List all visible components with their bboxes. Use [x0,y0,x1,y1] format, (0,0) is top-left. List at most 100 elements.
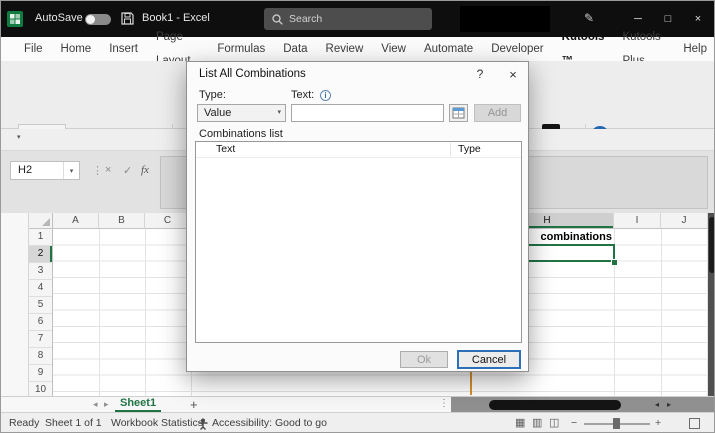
page-break-view-icon[interactable]: ◫ [549,413,559,432]
menu-tab-insert[interactable]: Insert [100,37,147,61]
row-header-8[interactable]: 8 [29,348,52,365]
horizontal-scrollbar[interactable]: ◂ ▸ [451,397,714,412]
kutools-side-pane: » ▦ ✎ ▤ ⊞ ◫ ▣ ◂ [1,213,29,432]
menu-tab-developer[interactable]: Developer [482,37,552,61]
normal-view-icon[interactable]: ▦ [515,413,525,432]
row-header-7[interactable]: 7 [29,331,52,348]
search-placeholder: Search [289,13,323,25]
type-label: Type: [199,89,226,101]
sheet-count: Sheet 1 of 1 [45,417,102,429]
type-select-value: Value [204,107,232,119]
page-layout-view-icon[interactable]: ▥ [532,413,542,432]
select-all-cell[interactable] [29,213,53,229]
scroll-left-icon[interactable]: ◂ [655,397,659,412]
more-vertical-icon[interactable]: ⋮ [92,164,103,177]
zoom-fit-icon[interactable] [689,418,700,429]
menu-tab-home[interactable]: Home [52,37,101,61]
column-header-j[interactable]: J [661,213,708,229]
draw-pen-icon[interactable]: ✎ [584,11,594,25]
combinations-list-label: Combinations list [199,128,283,140]
status-bar: Ready Sheet 1 of 1 Workbook Statistics A… [1,412,714,432]
add-button[interactable]: Add [474,104,521,122]
save-icon[interactable] [121,12,134,25]
combinations-list[interactable]: Text Type [195,141,522,343]
horizontal-scrollbar-thumb[interactable] [489,400,621,410]
tab-scroll-left-icon[interactable]: ◂ [93,399,98,410]
name-box-value: H2 [18,164,33,176]
row-header-4[interactable]: 4 [29,280,52,297]
list-all-combinations-dialog: List All Combinations ? × Type: Text: i … [186,61,529,372]
vertical-scrollbar[interactable] [708,213,714,396]
menu-tab-file[interactable]: File [15,37,52,61]
vertical-scrollbar-thumb[interactable] [709,217,714,273]
document-title: Book1 - Excel [142,12,210,24]
row-header-5[interactable]: 5 [29,297,52,314]
zoom-in-button[interactable]: + [655,413,661,432]
gridline [99,229,100,396]
accessibility-status[interactable]: Accessibility: Good to go [212,413,327,432]
row-header-1[interactable]: 1 [29,229,52,246]
sheet-tab-sheet1[interactable]: Sheet1 [115,397,162,412]
menu-tab-data[interactable]: Data [274,37,316,61]
info-icon: i [320,90,331,101]
toolbar-dropdown-icon[interactable]: ▾ [17,133,21,141]
type-select[interactable]: Value ▾ [197,104,286,122]
autosave-toggle[interactable] [85,14,111,25]
text-label: Text: [291,89,315,101]
menu-tab-review[interactable]: Review [317,37,373,61]
excel-logo-icon [7,11,23,27]
range-picker-icon [452,107,465,119]
redacted-user-name [460,6,550,32]
name-box-dropdown-icon[interactable]: ▾ [63,162,79,179]
menu-tab-automate[interactable]: Automate [415,37,482,61]
dialog-help-button[interactable]: ? [470,65,490,83]
type-select-dropdown-icon: ▾ [277,109,281,116]
close-button[interactable]: × [683,1,713,37]
autosave-label: AutoSave [35,12,83,24]
dialog-title: List All Combinations [199,68,306,80]
toggle-knob [86,15,95,24]
row-headers: 1 2 3 4 5 6 7 8 9 10 [29,229,53,399]
text-input[interactable] [291,104,444,122]
column-header-c[interactable]: C [145,213,191,229]
column-header-b[interactable]: B [99,213,145,229]
row-header-6[interactable]: 6 [29,314,52,331]
range-picker-button[interactable] [449,104,468,122]
gridline [661,229,662,396]
column-divider [450,143,451,156]
row-header-3[interactable]: 3 [29,263,52,280]
menu-tab-help[interactable]: Help [674,37,714,61]
scroll-right-icon[interactable]: ▸ [667,397,671,412]
sheet-tabs-bar: ◂ ▸ Sheet1 + ⋮ ◂ ▸ [1,396,714,412]
list-column-text: Text [216,143,236,155]
enter-entry-icon[interactable]: ✓ [123,164,132,177]
dialog-close-button[interactable]: × [503,65,523,83]
workbook-statistics-button[interactable]: Workbook Statistics [111,413,203,432]
row-header-9[interactable]: 9 [29,365,52,382]
cancel-entry-icon[interactable]: × [105,164,111,176]
name-box[interactable]: H2 ▾ [10,161,80,180]
row-header-2[interactable]: 2 [29,246,52,263]
select-all-icon [42,218,50,226]
cancel-button[interactable]: Cancel [457,350,521,369]
ok-button[interactable]: Ok [400,351,448,368]
tab-scroll-right-icon[interactable]: ▸ [104,399,109,410]
zoom-slider-thumb[interactable] [613,418,620,429]
zoom-out-button[interactable]: − [571,413,577,432]
insert-function-icon[interactable]: fx [141,164,149,176]
gridline [145,229,146,396]
menu-tab-formulas[interactable]: Formulas [208,37,274,61]
add-sheet-button[interactable]: + [190,397,198,412]
column-header-a[interactable]: A [53,213,99,229]
accessibility-icon [198,418,208,430]
fill-handle[interactable] [611,259,618,266]
search-box[interactable]: Search [264,8,432,30]
ribbon-tab-bar: File Home Insert Page Layout Formulas Da… [1,31,714,96]
column-header-i[interactable]: I [614,213,661,229]
search-icon [272,13,283,25]
menu-tab-view[interactable]: View [372,37,415,61]
list-column-type: Type [458,143,481,155]
header-divider [196,157,521,158]
tab-splitter-icon[interactable]: ⋮ [439,398,449,409]
status-mode: Ready [9,417,40,429]
